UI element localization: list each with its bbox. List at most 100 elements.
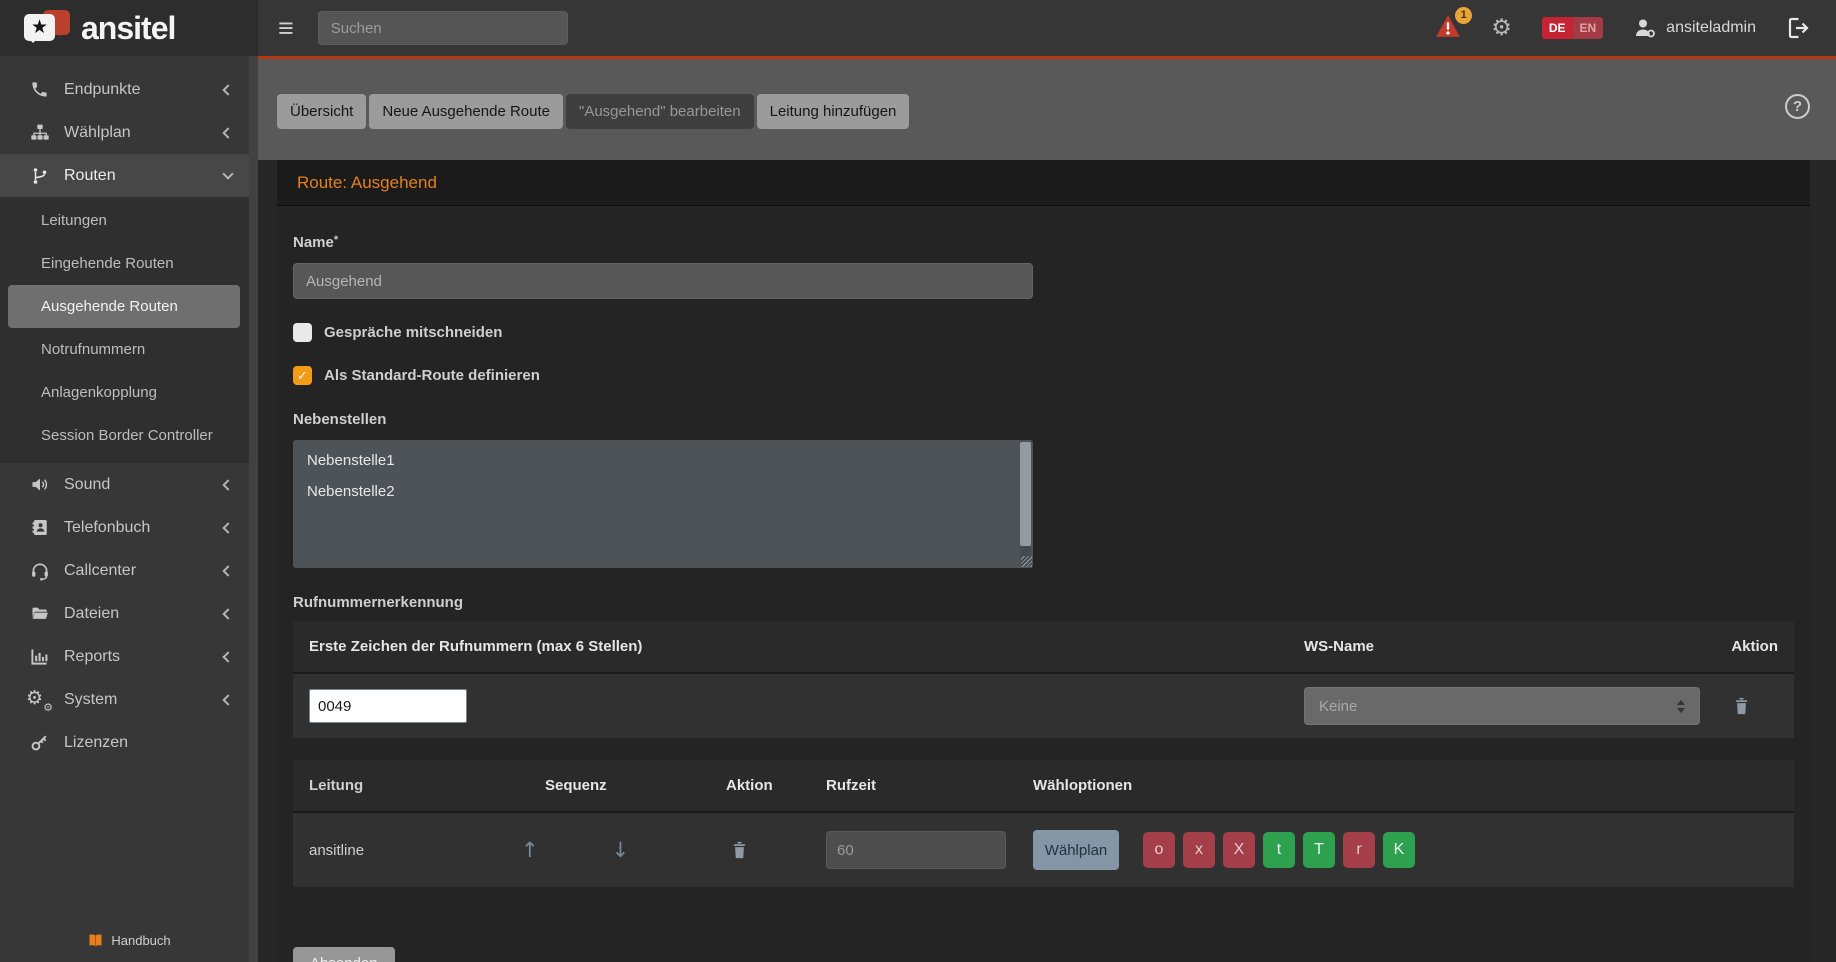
sidebar-item-label: System xyxy=(64,691,117,709)
record-calls-row: Gespräche mitschneiden xyxy=(293,323,1794,342)
user-menu[interactable]: ansiteladmin xyxy=(1633,16,1756,40)
sidebar-item-routen[interactable]: Routen xyxy=(0,154,258,197)
submenu-item-notrufnummern[interactable]: Notrufnummern xyxy=(0,328,258,371)
dial-option-o[interactable]: o xyxy=(1143,832,1175,868)
sidebar-item-label: Wählplan xyxy=(64,124,131,142)
tab-ausgehend-bearbeiten[interactable]: "Ausgehend" bearbeiten xyxy=(566,94,754,129)
sidebar-item-lizenzen[interactable]: Lizenzen xyxy=(0,721,258,764)
panel-header: Route: Ausgehend xyxy=(277,160,1810,206)
col-line-header: Leitung xyxy=(309,777,521,794)
lines-table-header: Leitung Sequenz Aktion Rufzeit Wähloptio… xyxy=(293,760,1794,813)
dial-option-t[interactable]: t xyxy=(1263,832,1295,868)
sidebar-item-label: Callcenter xyxy=(64,562,136,580)
default-route-label: Als Standard-Route definieren xyxy=(324,367,540,384)
sidebar-item-label: Sound xyxy=(64,476,110,494)
logo-text: ansitel xyxy=(81,10,175,47)
chevron-left-icon xyxy=(222,694,233,705)
sidebar-item-label: Lizenzen xyxy=(64,734,128,752)
tab-uebersicht[interactable]: Übersicht xyxy=(277,94,366,129)
tab-neue-ausgehende-route[interactable]: Neue Ausgehende Route xyxy=(369,94,563,129)
panel-body: Name* Gespräche mitschneiden ✓ Als Stand… xyxy=(277,206,1810,962)
sidebar-item-callcenter[interactable]: Callcenter xyxy=(0,549,258,592)
submenu-item-session-border-controller[interactable]: Session Border Controller xyxy=(0,414,258,457)
dial-options: o x X t T r K xyxy=(1143,832,1415,868)
sidebar-item-system[interactable]: ⚙⚙ System xyxy=(0,678,258,721)
help-icon[interactable]: ? xyxy=(1785,94,1810,119)
routen-submenu: Leitungen Eingehende Routen Ausgehende R… xyxy=(0,197,258,463)
sidebar-item-reports[interactable]: Reports xyxy=(0,635,258,678)
chevron-left-icon xyxy=(222,479,233,490)
menu-toggle-icon[interactable]: ≡ xyxy=(278,15,294,42)
submit-button[interactable]: Absenden xyxy=(293,947,395,962)
tab-leitung-hinzufuegen[interactable]: Leitung hinzufügen xyxy=(757,94,910,129)
user-icon xyxy=(1633,16,1657,40)
panel-title: Route: Ausgehend xyxy=(297,173,437,193)
sidebar-group-routen: Routen Leitungen Eingehende Routen Ausge… xyxy=(0,154,258,463)
sidebar-item-telefonbuch[interactable]: Telefonbuch xyxy=(0,506,258,549)
sidebar-item-label: Telefonbuch xyxy=(64,519,150,537)
col-dialoptions-header: Wähloptionen xyxy=(1033,777,1778,794)
prefix-input[interactable] xyxy=(309,689,467,723)
lang-de-button[interactable]: DE xyxy=(1542,17,1573,39)
settings-gear-icon[interactable]: ⚙ xyxy=(1491,15,1512,41)
submenu-item-ausgehende-routen[interactable]: Ausgehende Routen xyxy=(8,285,240,328)
record-calls-label: Gespräche mitschneiden xyxy=(324,324,502,341)
extension-option[interactable]: Nebenstelle2 xyxy=(293,476,1033,507)
search-input[interactable] xyxy=(318,11,568,45)
cli-table-row: Keine xyxy=(293,674,1794,738)
cli-table-header: Erste Zeichen der Rufnummern (max 6 Stel… xyxy=(293,621,1794,674)
dial-option-x[interactable]: x xyxy=(1183,832,1215,868)
resize-handle-icon[interactable] xyxy=(1021,556,1032,567)
book-icon xyxy=(87,933,104,948)
dialplan-button[interactable]: Wählplan xyxy=(1033,830,1119,870)
branch-icon xyxy=(28,166,51,186)
lang-en-button[interactable]: EN xyxy=(1573,17,1604,39)
route-name-input[interactable] xyxy=(293,263,1033,299)
handbuch-link[interactable]: Handbuch xyxy=(0,933,258,962)
dial-option-K[interactable]: K xyxy=(1383,832,1415,868)
sidebar-item-label: Routen xyxy=(64,167,116,185)
col-action-header: Aktion xyxy=(1704,638,1778,655)
submenu-item-eingehende-routen[interactable]: Eingehende Routen xyxy=(0,242,258,285)
sidebar-item-dateien[interactable]: Dateien xyxy=(0,592,258,635)
content-area: Route: Ausgehend Name* Gespräche mitschn… xyxy=(258,160,1836,962)
bar-chart-icon xyxy=(28,647,51,666)
dial-option-T[interactable]: T xyxy=(1303,832,1335,868)
record-calls-checkbox[interactable] xyxy=(293,323,312,342)
dial-option-r[interactable]: r xyxy=(1343,832,1375,868)
submenu-item-leitungen[interactable]: Leitungen xyxy=(0,199,258,242)
col-ws-header: WS-Name xyxy=(1304,638,1704,655)
default-route-row: ✓ Als Standard-Route definieren xyxy=(293,366,1794,385)
sidebar: Endpunkte Wählplan Routen xyxy=(0,56,258,962)
line-row: ansitline ↑ ↓ xyxy=(293,813,1794,887)
sidebar-item-endpunkte[interactable]: Endpunkte xyxy=(0,68,258,111)
sidebar-item-sound[interactable]: Sound xyxy=(0,463,258,506)
chevron-left-icon xyxy=(222,565,233,576)
move-down-button[interactable]: ↓ xyxy=(612,838,630,862)
delete-prefix-button[interactable] xyxy=(1733,696,1750,716)
tabbar: Übersicht Neue Ausgehende Route "Ausgehe… xyxy=(258,59,1836,160)
chevron-left-icon xyxy=(222,522,233,533)
extension-option[interactable]: Nebenstelle1 xyxy=(293,445,1033,476)
chevron-left-icon xyxy=(222,608,233,619)
alerts-button[interactable]: 1 xyxy=(1435,14,1461,43)
ansitel-logo[interactable]: ★ ansitel xyxy=(0,0,258,56)
ws-name-select[interactable]: Keine xyxy=(1304,687,1700,725)
col-action-header: Aktion xyxy=(726,777,826,794)
sidebar-item-waehlplan[interactable]: Wählplan xyxy=(0,111,258,154)
gears-icon: ⚙⚙ xyxy=(28,690,51,710)
default-route-checkbox[interactable]: ✓ xyxy=(293,366,312,385)
topbar-actions: 1 ⚙ DE EN ansiteladmin xyxy=(1435,14,1836,43)
logout-icon[interactable] xyxy=(1786,16,1810,40)
dial-option-X[interactable]: X xyxy=(1223,832,1255,868)
folder-open-icon xyxy=(28,605,51,623)
chevron-down-icon xyxy=(222,168,233,179)
ring-time-input[interactable] xyxy=(826,831,1006,869)
delete-line-button[interactable] xyxy=(731,840,748,860)
extensions-listbox: Nebenstelle1 Nebenstelle2 xyxy=(293,440,1033,568)
submenu-item-anlagenkopplung[interactable]: Anlagenkopplung xyxy=(0,371,258,414)
move-up-button[interactable]: ↑ xyxy=(521,838,539,862)
speech-bubble-star-icon: ★ xyxy=(24,7,72,49)
scrollbar-thumb[interactable] xyxy=(1020,442,1031,546)
cli-heading: Rufnummernerkennung xyxy=(293,594,1794,611)
